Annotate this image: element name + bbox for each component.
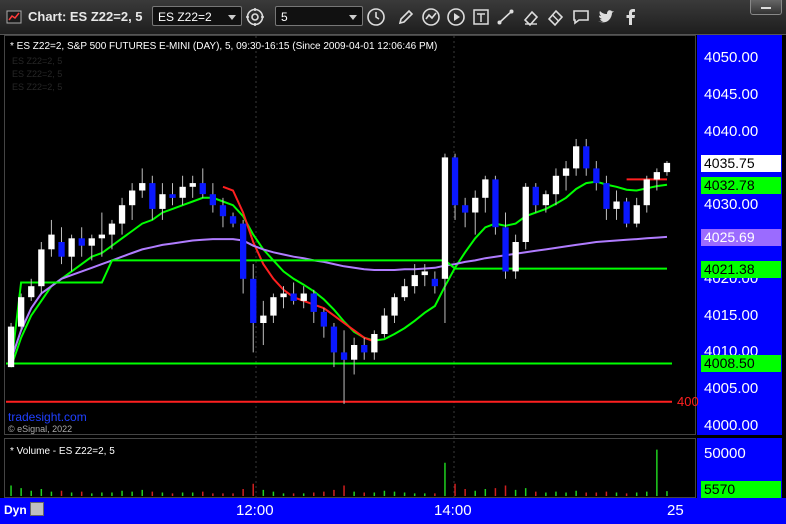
candle-body xyxy=(48,234,55,250)
candle-body xyxy=(472,197,479,213)
candle-body xyxy=(219,205,227,217)
candle-body xyxy=(603,183,610,209)
candle-body xyxy=(270,297,277,316)
candle-body xyxy=(613,201,620,209)
candle-body xyxy=(118,205,126,224)
candle-body xyxy=(330,326,338,353)
candle-body xyxy=(583,146,590,169)
candle-body xyxy=(108,223,116,235)
price-chart-canvas xyxy=(6,36,672,497)
candle-body xyxy=(421,271,428,276)
candle-body xyxy=(522,186,529,242)
candle-body xyxy=(623,201,630,224)
candle-body xyxy=(7,326,15,368)
candle-body xyxy=(552,175,560,195)
candle-body xyxy=(462,205,469,213)
candle-body xyxy=(492,179,499,228)
indicator-line xyxy=(10,259,667,368)
candle-body xyxy=(98,234,105,239)
candle-body xyxy=(431,278,438,287)
candle-body xyxy=(320,311,327,327)
candle-body xyxy=(351,345,358,360)
candle-body xyxy=(411,275,418,287)
candle-body xyxy=(482,179,489,198)
indicator-line xyxy=(10,235,668,361)
candle-body xyxy=(562,168,570,176)
candle-body xyxy=(542,194,549,206)
candle-body xyxy=(401,286,408,298)
candle-body xyxy=(149,183,156,209)
candle-body xyxy=(371,334,378,353)
candle-body xyxy=(643,179,650,206)
candle-body xyxy=(512,242,519,272)
candle-body xyxy=(502,227,509,272)
candle-body xyxy=(663,162,671,173)
candle-body xyxy=(199,183,206,195)
candle-body xyxy=(38,249,45,287)
candle-body xyxy=(441,157,449,279)
candle-body xyxy=(209,194,216,206)
candle-body xyxy=(260,315,267,323)
candle-body xyxy=(633,205,640,224)
candle-body xyxy=(532,186,539,206)
candle-body xyxy=(139,183,146,191)
candle-body xyxy=(573,146,580,169)
candle-body xyxy=(300,293,307,301)
indicator-line xyxy=(10,180,668,368)
candle-body xyxy=(159,194,166,209)
candle-body xyxy=(280,293,287,298)
candle-body xyxy=(169,194,176,198)
candle-body xyxy=(340,352,348,360)
candle-body xyxy=(78,238,85,246)
candle-body xyxy=(18,297,25,327)
candle-body xyxy=(189,183,196,187)
candle-body xyxy=(88,238,95,246)
candle-body xyxy=(361,345,368,353)
candle-body xyxy=(68,238,75,257)
candle-body xyxy=(229,216,237,224)
candle-body xyxy=(250,278,257,323)
candle-body xyxy=(290,293,297,301)
candle-body xyxy=(310,293,317,312)
candle-body xyxy=(28,286,35,298)
candle-body xyxy=(593,168,600,184)
candle-body xyxy=(240,223,247,279)
candle-body xyxy=(129,190,136,206)
candle-body xyxy=(381,315,388,334)
candle-body xyxy=(653,172,660,180)
candle-body xyxy=(451,157,459,206)
candle-body xyxy=(179,186,186,198)
candle-body xyxy=(391,297,398,316)
candle-body xyxy=(58,242,65,257)
